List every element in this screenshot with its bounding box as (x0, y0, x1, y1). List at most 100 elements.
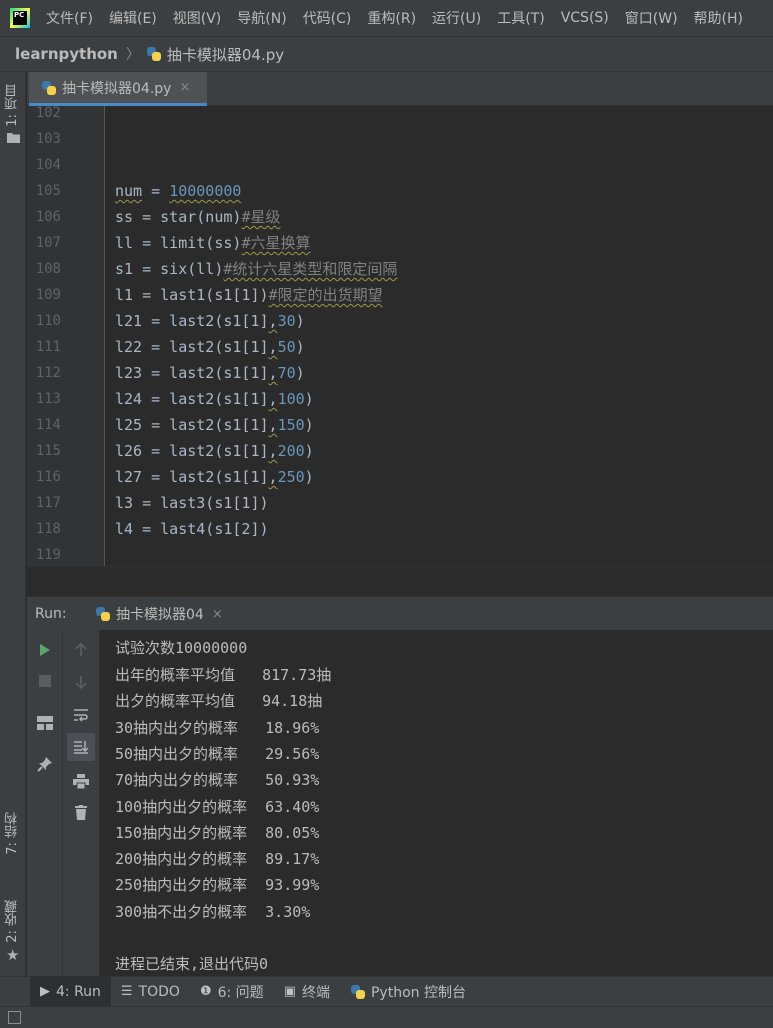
python-run-icon (95, 606, 111, 622)
trash-icon[interactable] (69, 800, 93, 824)
code-line[interactable]: l23 = last2(s1[1],70) (115, 360, 305, 386)
code-line[interactable]: ll = limit(ss)#六星换算 (115, 230, 310, 256)
run-config-tab[interactable]: 抽卡模拟器04 × (89, 597, 229, 631)
run-tool-tab-label: 4: Run (56, 983, 101, 1000)
line-number: 105 (35, 183, 61, 199)
line-number: 117 (35, 495, 61, 511)
code-line[interactable]: l1 = last1(s1[1])#限定的出货期望 (115, 282, 383, 308)
line-number: 113 (35, 391, 61, 407)
list-icon: ☰ (120, 984, 133, 999)
project-tool-tab[interactable]: 1: 项目 (3, 84, 22, 127)
structure-tool-tab[interactable]: 7: 结构 (3, 812, 22, 855)
terminal-tool-tab-label: 终端 (301, 984, 330, 1001)
code-line[interactable]: l24 = last2(s1[1],100) (115, 386, 314, 412)
run-console-output[interactable]: 试验次数10000000 出年的概率平均值 817.73抽 出夕的概率平均值 9… (100, 630, 773, 976)
console-line: 100抽内出夕的概率 63.40% (115, 798, 320, 816)
breadcrumb-project[interactable]: learnpython (15, 45, 118, 63)
close-icon[interactable]: × (212, 607, 223, 622)
warning-icon: ❶ (199, 984, 212, 999)
menu-vcs[interactable]: VCS(S) (553, 10, 617, 26)
console-line: 300抽不出夕的概率 3.30% (115, 903, 311, 921)
python-console-tool-tab[interactable]: Python 控制台 (340, 977, 476, 1007)
console-line: 出夕的概率平均值 94.18抽 (115, 692, 323, 710)
line-number: 103 (35, 131, 61, 147)
menu-view[interactable]: 视图(V) (165, 8, 230, 28)
breadcrumb: learnpython 〉 抽卡模拟器04.py (0, 36, 773, 72)
rerun-icon[interactable] (33, 638, 57, 662)
line-number: 115 (35, 443, 61, 459)
code-line[interactable]: ss = star(num)#星级 (115, 204, 280, 230)
folder-icon (7, 133, 20, 143)
code-line[interactable]: s1 = six(ll)#统计六星类型和限定间隔 (115, 256, 397, 282)
editor-tab-bar: 抽卡模拟器04.py × (27, 72, 773, 106)
menu-code[interactable]: 代码(C) (295, 8, 360, 28)
console-line: 30抽内出夕的概率 18.96% (115, 719, 320, 737)
menu-navigate[interactable]: 导航(N) (229, 8, 294, 28)
play-icon: ▶ (40, 984, 50, 999)
bottom-tool-bar: ▶ 4: Run ☰ TODO ❶ 6: 问题 ▣ 终端 Python 控制台 (0, 976, 773, 1007)
line-number: 112 (35, 365, 61, 381)
line-number: 116 (35, 469, 61, 485)
line-number: 118 (35, 521, 61, 537)
line-number: 109 (35, 287, 61, 303)
menu-help[interactable]: 帮助(H) (686, 8, 751, 28)
line-number: 114 (35, 417, 61, 433)
pycharm-logo-icon: PC (10, 8, 30, 28)
favorites-tool-tab[interactable]: 2: 收藏 (3, 900, 22, 943)
code-line[interactable]: l26 = last2(s1[1],200) (115, 438, 314, 464)
todo-tool-tab[interactable]: ☰ TODO (111, 977, 190, 1007)
status-bar (0, 1006, 773, 1028)
code-line[interactable]: l21 = last2(s1[1],30) (115, 308, 305, 334)
print-icon[interactable] (69, 769, 93, 793)
code-line[interactable]: l4 = last4(s1[2]) (115, 516, 269, 542)
code-line[interactable]: l25 = last2(s1[1],150) (115, 412, 314, 438)
menu-window[interactable]: 窗口(W) (617, 8, 686, 28)
restore-layout-icon[interactable] (33, 711, 57, 735)
terminal-icon: ▣ (283, 984, 296, 999)
problems-tool-tab[interactable]: ❶ 6: 问题 (190, 977, 274, 1007)
arrow-up-icon[interactable] (69, 638, 93, 662)
menu-edit[interactable]: 编辑(E) (101, 8, 165, 28)
run-panel-label: Run: (35, 605, 67, 622)
stop-icon[interactable] (33, 669, 57, 693)
left-tool-strip: 1: 项目 7: 结构 2: 收藏 ★ (0, 72, 26, 1006)
menu-refactor[interactable]: 重构(R) (359, 8, 424, 28)
todo-tool-tab-label: TODO (138, 983, 180, 1000)
code-line[interactable]: l27 = last2(s1[1],250) (115, 464, 314, 490)
terminal-tool-tab[interactable]: ▣ 终端 (274, 977, 340, 1007)
line-number: 108 (35, 261, 61, 277)
favorites-tool-tab-label: 2: 收藏 (5, 900, 20, 943)
menu-tools[interactable]: 工具(T) (489, 8, 552, 28)
line-number: 104 (35, 157, 61, 173)
structure-tool-tab-label: 7: 结构 (5, 812, 20, 855)
run-toolbar-primary (27, 630, 63, 976)
soft-wrap-icon[interactable] (69, 703, 93, 727)
star-icon: ★ (6, 946, 20, 964)
code-line[interactable]: num = 10000000 (115, 178, 241, 204)
tool-windows-toggle-icon[interactable] (8, 1011, 21, 1024)
code-line[interactable]: l22 = last2(s1[1],50) (115, 334, 305, 360)
line-number: 110 (35, 313, 61, 329)
breadcrumb-file[interactable]: 抽卡模拟器04.py (167, 44, 284, 65)
console-line: 200抽内出夕的概率 89.17% (115, 850, 320, 868)
arrow-down-icon[interactable] (69, 670, 93, 694)
console-line: 进程已结束,退出代码0 (115, 955, 269, 973)
python-console-icon (350, 984, 366, 1000)
menu-run[interactable]: 运行(U) (424, 8, 489, 28)
python-file-icon (41, 80, 57, 96)
line-number: 107 (35, 235, 61, 251)
console-line: 150抽内出夕的概率 80.05% (115, 824, 320, 842)
line-number: 119 (35, 547, 61, 563)
editor-bottom-area (27, 566, 773, 596)
console-line: 出年的概率平均值 817.73抽 (115, 666, 332, 684)
code-line[interactable]: l3 = last3(s1[1]) (115, 490, 269, 516)
close-icon[interactable]: × (179, 80, 190, 95)
run-config-tab-label: 抽卡模拟器04 (116, 607, 204, 623)
pin-icon[interactable] (33, 752, 57, 776)
python-console-tool-tab-label: Python 控制台 (370, 984, 466, 1001)
editor-tab[interactable]: 抽卡模拟器04.py × (29, 72, 207, 106)
menu-file[interactable]: 文件(F) (38, 8, 101, 28)
run-tool-tab[interactable]: ▶ 4: Run (30, 976, 111, 1007)
code-editor[interactable]: 102 103 104 105 num = 10000000 106 ss = … (27, 106, 773, 566)
scroll-to-end-icon[interactable] (67, 733, 95, 761)
